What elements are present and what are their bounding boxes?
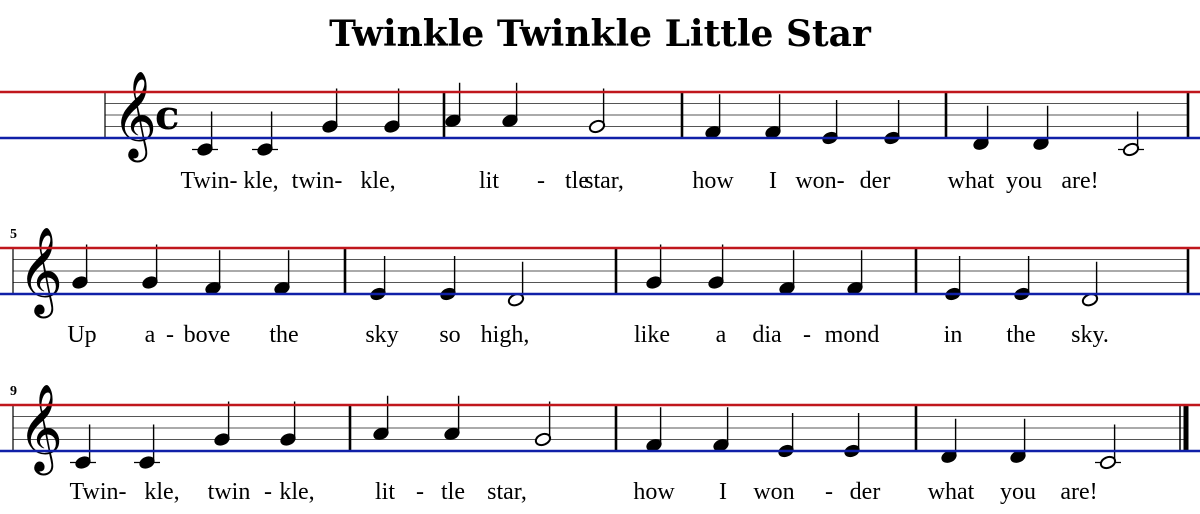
note bbox=[384, 88, 400, 133]
treble-clef-icon: 𝄞 bbox=[18, 226, 63, 319]
note bbox=[534, 401, 552, 447]
lyric-syllable: sky. bbox=[1071, 322, 1109, 348]
lyric-syllable: Up bbox=[67, 322, 96, 348]
lyric-syllable: a bbox=[145, 322, 156, 348]
lyric-syllable: the bbox=[269, 322, 298, 348]
lyric-syllable: star, bbox=[584, 168, 624, 194]
note bbox=[274, 250, 290, 295]
note bbox=[588, 88, 606, 134]
lyric-syllable: mond bbox=[825, 322, 880, 348]
lyric-syllable: are! bbox=[1060, 479, 1097, 505]
lyric-syllable: kle, bbox=[144, 479, 179, 505]
note bbox=[252, 111, 278, 156]
time-signature: c bbox=[155, 92, 179, 139]
lyric-syllable: tle bbox=[441, 479, 465, 505]
note bbox=[779, 250, 795, 295]
lyric-syllable: I bbox=[719, 479, 727, 505]
note bbox=[973, 105, 989, 150]
lyric-syllable: Twin- bbox=[181, 168, 238, 194]
lyric-syllable: high, bbox=[481, 322, 530, 348]
lyric-syllable: kle, bbox=[279, 479, 314, 505]
lyric-syllable: - bbox=[166, 322, 174, 348]
lyric-syllable: like bbox=[634, 322, 670, 348]
measure-number: 9 bbox=[10, 384, 17, 399]
note bbox=[205, 250, 221, 295]
lyric-syllable: - bbox=[803, 322, 811, 348]
note bbox=[847, 250, 863, 295]
note bbox=[713, 407, 729, 452]
lyric-syllable: how bbox=[692, 168, 734, 194]
lyric-syllable: Twin- bbox=[70, 479, 127, 505]
note bbox=[444, 395, 460, 440]
note bbox=[445, 82, 461, 127]
lyric-syllable: lit bbox=[479, 168, 499, 194]
sheet-music: Twinkle Twinkle Little Star 𝄞cTwin-kle, t… bbox=[0, 13, 1200, 505]
lyric-syllable: - bbox=[264, 479, 272, 505]
note bbox=[1033, 105, 1049, 150]
lyric-syllable: lit bbox=[375, 479, 395, 505]
lyric-syllable: you bbox=[1000, 479, 1036, 505]
note bbox=[646, 407, 662, 452]
note bbox=[765, 94, 781, 139]
note bbox=[1118, 111, 1144, 157]
lyric-syllable: sky bbox=[365, 322, 398, 348]
lyric-syllable: won- bbox=[795, 168, 844, 194]
lyric-syllable: der bbox=[860, 168, 891, 194]
lyric-syllable: twin bbox=[208, 479, 251, 505]
lyric-syllable: kle, bbox=[243, 168, 278, 194]
lyric-syllable: I bbox=[769, 168, 777, 194]
note bbox=[708, 244, 724, 289]
note bbox=[134, 424, 160, 469]
lyric-syllable: dia bbox=[752, 322, 782, 348]
lyric-syllable: kle, bbox=[360, 168, 395, 194]
note bbox=[192, 111, 218, 156]
lyric-syllable: a bbox=[716, 322, 727, 348]
lyric-syllable: twin- bbox=[292, 168, 343, 194]
note bbox=[142, 244, 158, 289]
lyric-syllable: star, bbox=[487, 479, 527, 505]
lyric-syllable: what bbox=[948, 168, 995, 194]
measure-number: 5 bbox=[10, 227, 17, 242]
note bbox=[646, 244, 662, 289]
lyric-syllable: you bbox=[1006, 168, 1042, 194]
note bbox=[280, 401, 296, 446]
lyric-syllable: how bbox=[633, 479, 675, 505]
note bbox=[502, 82, 518, 127]
lyric-syllable: - bbox=[537, 168, 545, 194]
note bbox=[1095, 424, 1121, 470]
lyric-syllable: so bbox=[439, 322, 460, 348]
note bbox=[941, 418, 957, 463]
treble-clef-icon: 𝄞 bbox=[112, 70, 157, 163]
note bbox=[72, 244, 88, 289]
note bbox=[1010, 418, 1026, 463]
note bbox=[373, 395, 389, 440]
lyric-syllable: what bbox=[928, 479, 975, 505]
staff-systems: 𝄞cTwin-kle, twin-kle, lit - tlestar, how Iwon-… bbox=[0, 70, 1200, 505]
lyric-syllable: - bbox=[416, 479, 424, 505]
lyric-syllable: - bbox=[825, 479, 833, 505]
lyric-syllable: der bbox=[850, 479, 881, 505]
note bbox=[705, 94, 721, 139]
lyric-syllable: in bbox=[944, 322, 963, 348]
staff-system: 𝄞cTwin-kle, twin-kle, lit - tlestar, how Iwon-… bbox=[0, 70, 1200, 194]
staff-system: 𝄞5Up a - bove the sky so high, like a dia - mond in th… bbox=[0, 226, 1200, 348]
staff-system: 𝄞9Twin-kle, twin - kle, lit - tle star, how Iwon -… bbox=[0, 383, 1200, 505]
note bbox=[1081, 261, 1099, 307]
lyric-syllable: bove bbox=[184, 322, 231, 348]
note bbox=[322, 88, 338, 133]
note bbox=[214, 401, 230, 446]
lyric-syllable: won bbox=[753, 479, 794, 505]
note bbox=[507, 261, 525, 307]
lyric-syllable: are! bbox=[1061, 168, 1098, 194]
treble-clef-icon: 𝄞 bbox=[18, 383, 63, 476]
score-title: Twinkle Twinkle Little Star bbox=[329, 13, 872, 55]
lyric-syllable: the bbox=[1006, 322, 1035, 348]
note bbox=[70, 424, 96, 469]
